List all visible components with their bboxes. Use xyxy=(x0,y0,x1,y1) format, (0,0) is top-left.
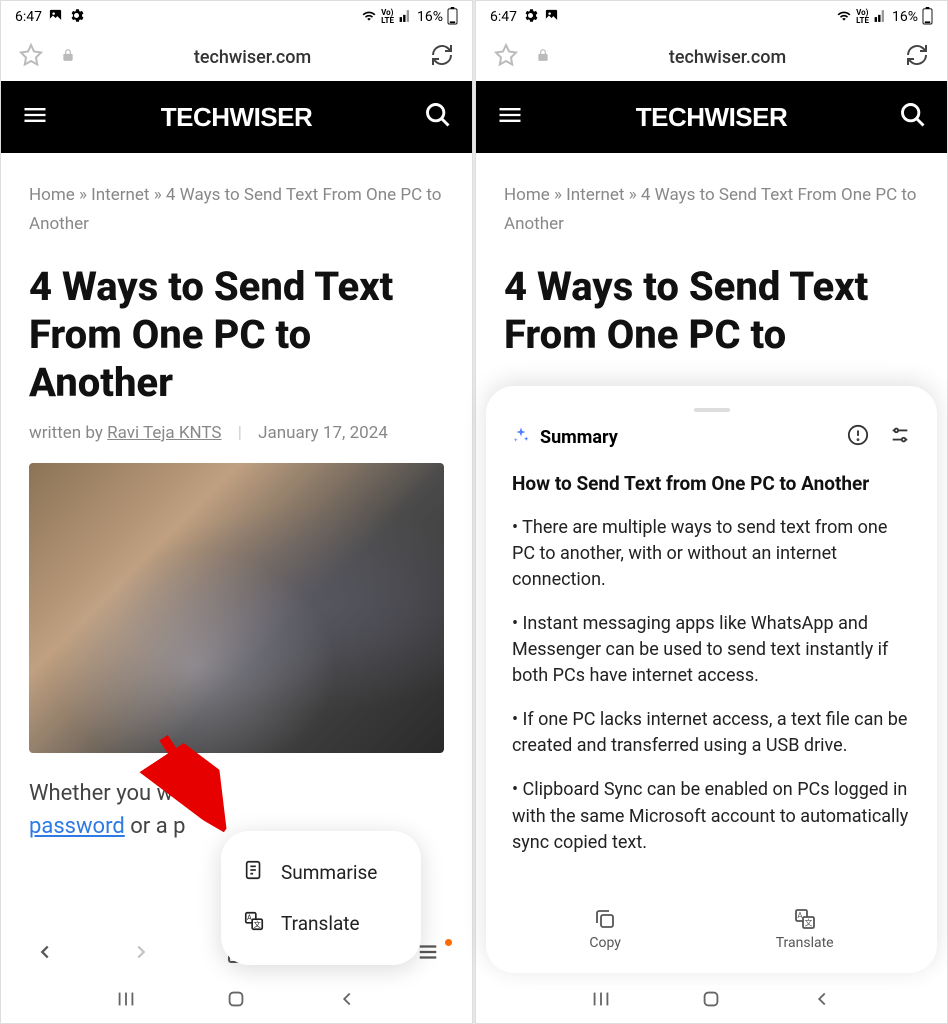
status-time: 6:47 xyxy=(15,9,42,25)
home-system-button[interactable] xyxy=(700,988,722,1014)
article-link-password[interactable]: password xyxy=(29,814,125,839)
volte-label: Vo)LTE xyxy=(381,9,394,25)
reload-icon[interactable] xyxy=(905,43,929,71)
wifi-icon xyxy=(836,9,852,26)
battery-icon xyxy=(447,7,458,28)
summarise-icon xyxy=(243,859,265,886)
breadcrumb: Home » Internet » 4 Ways to Send Text Fr… xyxy=(504,181,919,239)
signal-icon xyxy=(398,9,413,26)
left-screenshot: 6:47 Vo)LTE 16% xyxy=(0,0,473,1024)
search-icon[interactable] xyxy=(424,101,452,133)
status-bar: 6:47 Vo)LTE 16% xyxy=(1,1,472,33)
signal-icon xyxy=(873,9,888,26)
gear-icon xyxy=(523,8,538,27)
hamburger-icon[interactable] xyxy=(21,101,49,133)
url-text[interactable]: techwiser.com xyxy=(194,47,311,68)
volte-label: Vo)LTE xyxy=(856,9,869,25)
gear-icon xyxy=(69,8,84,27)
summary-point: • If one PC lacks internet access, a tex… xyxy=(512,707,911,759)
breadcrumb-internet[interactable]: Internet xyxy=(91,185,149,205)
recents-button[interactable] xyxy=(590,988,612,1014)
system-nav-bar xyxy=(476,979,947,1023)
svg-text:A: A xyxy=(797,911,803,920)
copy-button[interactable]: Copy xyxy=(589,907,621,951)
context-popup: Summarise A文 Translate xyxy=(221,831,421,965)
browser-address-bar: techwiser.com xyxy=(1,33,472,81)
translate-option[interactable]: A文 Translate xyxy=(239,898,403,949)
battery-icon xyxy=(922,7,933,28)
recents-button[interactable] xyxy=(115,988,137,1014)
bookmark-star-icon[interactable] xyxy=(19,43,43,71)
back-system-button[interactable] xyxy=(336,988,358,1014)
right-screenshot: 6:47 Vo)LTE 16% techwiser.com TECHWISER xyxy=(475,0,948,1024)
summary-point: • There are multiple ways to send text f… xyxy=(512,515,911,593)
article-title: 4 Ways to Send Text From One PC to Anoth… xyxy=(29,263,444,407)
lock-icon xyxy=(61,47,75,67)
status-bar: 6:47 Vo)LTE 16% xyxy=(476,1,947,33)
article-byline: written by Ravi Teja KNTS | January 17, … xyxy=(29,423,444,443)
summary-label: Summary xyxy=(540,427,618,448)
svg-text:文: 文 xyxy=(254,920,262,929)
article-date: January 17, 2024 xyxy=(258,423,388,443)
home-system-button[interactable] xyxy=(225,988,247,1014)
gallery-icon xyxy=(48,8,63,27)
battery-label: 16% xyxy=(417,9,443,25)
svg-text:文: 文 xyxy=(804,918,812,928)
bookmark-star-icon[interactable] xyxy=(494,43,518,71)
status-time: 6:47 xyxy=(490,9,517,25)
reload-icon[interactable] xyxy=(430,43,454,71)
breadcrumb: Home » Internet » 4 Ways to Send Text Fr… xyxy=(29,181,444,239)
translate-button[interactable]: A文 Translate xyxy=(776,907,834,951)
system-nav-bar xyxy=(1,979,472,1023)
summary-title: How to Send Text from One PC to Another xyxy=(512,472,911,497)
author-link[interactable]: Ravi Teja KNTS xyxy=(107,423,221,443)
battery-label: 16% xyxy=(892,9,918,25)
summary-point: • Instant messaging apps like WhatsApp a… xyxy=(512,611,911,689)
wifi-icon xyxy=(361,9,377,26)
summary-bottom-sheet: Summary How to Send Text from One PC to … xyxy=(486,386,937,973)
brand-logo[interactable]: TECHWISER xyxy=(161,102,313,133)
settings-slider-icon[interactable] xyxy=(889,424,911,450)
brand-logo[interactable]: TECHWISER xyxy=(636,102,788,133)
sparkle-icon xyxy=(512,426,530,449)
browser-address-bar: techwiser.com xyxy=(476,33,947,81)
app-header: TECHWISER xyxy=(476,81,947,153)
back-system-button[interactable] xyxy=(811,988,833,1014)
article-title: 4 Ways to Send Text From One PC to xyxy=(504,263,919,359)
article-hero-image xyxy=(29,463,444,753)
app-header: TECHWISER xyxy=(1,81,472,153)
svg-text:A: A xyxy=(247,913,252,922)
breadcrumb-home[interactable]: Home xyxy=(29,185,75,205)
summary-body: • There are multiple ways to send text f… xyxy=(512,515,911,893)
forward-button[interactable] xyxy=(121,941,161,963)
lock-icon xyxy=(536,47,550,67)
summary-point: • Clipboard Sync can be enabled on PCs l… xyxy=(512,777,911,855)
sheet-handle[interactable] xyxy=(694,408,730,412)
hamburger-icon[interactable] xyxy=(496,101,524,133)
search-icon[interactable] xyxy=(899,101,927,133)
url-text[interactable]: techwiser.com xyxy=(669,47,786,68)
translate-icon: A文 xyxy=(243,910,265,937)
info-icon[interactable] xyxy=(847,424,869,450)
back-button[interactable] xyxy=(25,941,65,963)
gallery-icon xyxy=(544,8,559,27)
summarise-option[interactable]: Summarise xyxy=(239,847,403,898)
